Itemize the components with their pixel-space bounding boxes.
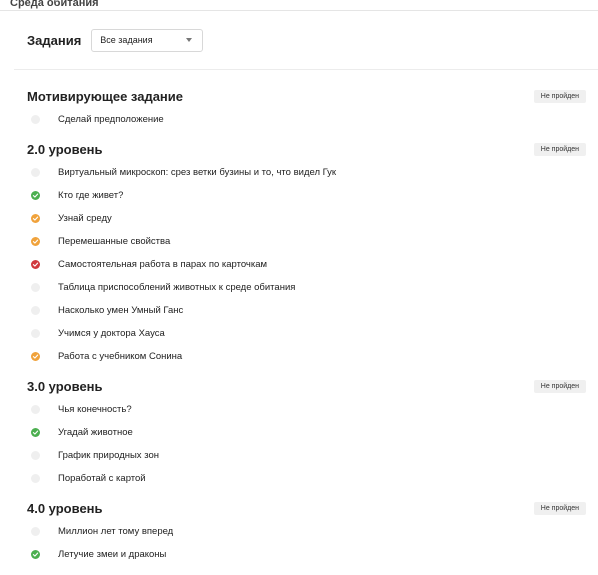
task-item[interactable]: Кто где живет? — [14, 184, 598, 207]
task-label: Миллион лет тому вперед — [58, 526, 174, 537]
status-empty-icon — [31, 474, 40, 483]
check-circle-failed-icon — [31, 260, 40, 269]
section-title: 4.0 уровень — [27, 500, 103, 516]
task-item[interactable]: Поработай с картой — [14, 467, 598, 490]
task-label: Поработай с картой — [58, 473, 146, 484]
task-item[interactable]: Узнай среду — [14, 207, 598, 230]
task-label: Работа с учебником Сонина — [58, 351, 183, 362]
page-title: Среда обитания — [10, 0, 99, 9]
task-item[interactable]: Работа с учебником Сонина — [14, 345, 598, 368]
task-item[interactable]: Угадай животное — [14, 421, 598, 444]
task-item[interactable]: Насколько умен Умный Ганс — [14, 299, 598, 322]
status-empty-icon — [31, 168, 40, 177]
task-item[interactable]: Виртуальный микроскоп: срез ветки бузины… — [14, 161, 598, 184]
task-label: Угадай животное — [58, 427, 133, 438]
check-circle-partial-icon — [31, 214, 40, 223]
top-bar: Среда обитания — [0, 0, 598, 11]
task-item[interactable]: Учимся у доктора Хауса — [14, 322, 598, 345]
task-section: 3.0 уровень Не пройден Чья конечность? Угад… — [14, 374, 598, 490]
task-label: Чья конечность? — [58, 404, 132, 415]
chevron-down-icon — [186, 38, 193, 42]
tasks-filter: Задания Все задания — [14, 11, 598, 70]
check-circle-icon — [31, 550, 40, 559]
task-label: Сделай предположение — [58, 114, 164, 125]
section-header: 3.0 уровень Не пройден — [14, 374, 598, 398]
status-badge: Не пройден — [533, 142, 586, 156]
task-item[interactable]: Чья конечность? — [14, 398, 598, 421]
task-label: Виртуальный микроскоп: срез ветки бузины… — [58, 167, 337, 178]
select-value: Все задания — [100, 35, 153, 45]
check-circle-icon — [31, 428, 40, 437]
task-section: 2.0 уровень Не пройден Виртуальный микроск… — [14, 137, 598, 368]
status-badge: Не пройден — [533, 89, 586, 103]
filter-label: Задания — [27, 32, 82, 48]
task-item[interactable]: График природных зон — [14, 444, 598, 467]
task-label: Таблица приспособлений животных к среде … — [58, 282, 296, 293]
task-label: Самостоятельная работа в парах по карточ… — [58, 259, 268, 270]
task-label: Учимся у доктора Хауса — [58, 328, 165, 339]
check-circle-partial-icon — [31, 352, 40, 361]
section-header: 2.0 уровень Не пройден — [14, 137, 598, 161]
tasks-filter-select[interactable]: Все задания — [91, 28, 204, 52]
section-header: Мотивирующее задание Не пройден — [14, 84, 598, 108]
check-circle-icon — [31, 191, 40, 200]
task-label: График природных зон — [58, 450, 159, 461]
task-label: Узнай среду — [58, 213, 112, 224]
status-badge: Не пройден — [533, 501, 586, 515]
section-title: Мотивирующее задание — [27, 88, 184, 104]
status-empty-icon — [31, 527, 40, 536]
section-header: 4.0 уровень Не пройден — [14, 496, 598, 520]
task-label: Кто где живет? — [58, 190, 124, 201]
tasks-panel: Задания Все задания Мотивирующее задание… — [14, 11, 598, 566]
check-circle-partial-icon — [31, 237, 40, 246]
section-title: 3.0 уровень — [27, 378, 103, 394]
status-empty-icon — [31, 115, 40, 124]
section-title: 2.0 уровень — [27, 141, 103, 157]
task-label: Летучие змеи и драконы — [58, 549, 167, 560]
status-empty-icon — [31, 283, 40, 292]
status-empty-icon — [31, 306, 40, 315]
task-item[interactable]: Миллион лет тому вперед — [14, 520, 598, 543]
sections-list: Мотивирующее задание Не пройден Сделай пре… — [14, 84, 598, 566]
task-item[interactable]: Сделай предположение — [14, 108, 598, 131]
task-label: Насколько умен Умный Ганс — [58, 305, 184, 316]
task-item[interactable]: Самостоятельная работа в парах по карточ… — [14, 253, 598, 276]
task-section: Мотивирующее задание Не пройден Сделай пре… — [14, 84, 598, 131]
task-item[interactable]: Таблица приспособлений животных к среде … — [14, 276, 598, 299]
task-section: 4.0 уровень Не пройден Миллион лет тому вп… — [14, 496, 598, 566]
status-empty-icon — [31, 329, 40, 338]
task-item[interactable]: Летучие змеи и драконы — [14, 543, 598, 566]
status-empty-icon — [31, 405, 40, 414]
status-empty-icon — [31, 451, 40, 460]
task-item[interactable]: Перемешанные свойства — [14, 230, 598, 253]
status-badge: Не пройден — [533, 379, 586, 393]
task-label: Перемешанные свойства — [58, 236, 171, 247]
